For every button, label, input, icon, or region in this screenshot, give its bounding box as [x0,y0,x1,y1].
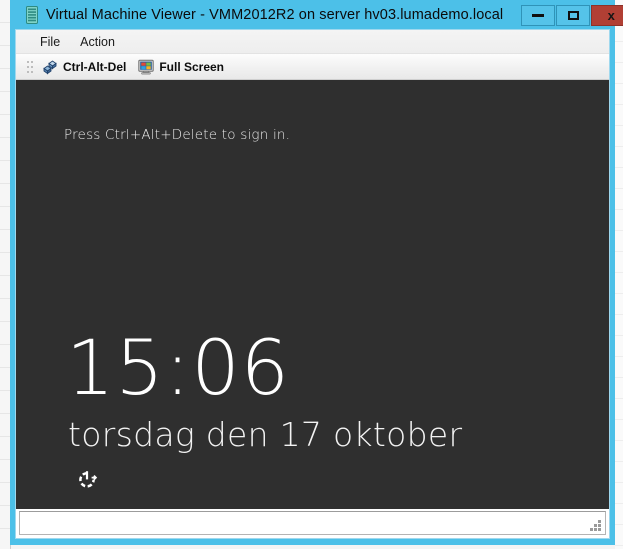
minimize-button[interactable] [521,5,556,26]
minimize-icon [532,14,545,17]
maximize-button[interactable] [556,5,591,26]
toolbar: Ctrl-Alt-Del Full Screen [16,54,609,80]
sign-in-hint: Press Ctrl+Alt+Delete to sign in. [64,127,291,143]
vm-screen[interactable]: Press Ctrl+Alt+Delete to sign in. 15:06 … [16,80,609,509]
status-bar [19,511,606,535]
ctrl-alt-del-button[interactable]: Ctrl-Alt-Del [38,57,134,77]
lock-screen-clock: 15:06 [66,323,291,412]
maximize-icon [567,11,579,20]
client-area: File Action Ctrl-Alt-Del Full Screen Pre… [15,29,610,539]
menu-item-file[interactable]: File [30,33,70,51]
lock-screen-date: torsdag den 17 oktober [68,415,463,454]
virtual-machine-viewer-window: Virtual Machine Viewer - VMM2012R2 on se… [10,0,623,545]
server-rack-icon [26,5,38,24]
menu-item-action[interactable]: Action [70,33,125,51]
menu-bar: File Action [16,30,609,54]
monitor-icon [138,59,155,74]
ease-of-access-icon[interactable] [76,469,98,491]
ctrl-alt-del-label: Ctrl-Alt-Del [63,59,127,74]
full-screen-button[interactable]: Full Screen [134,57,232,77]
window-title: Virtual Machine Viewer - VMM2012R2 on se… [46,6,504,23]
toolbar-drag-grip[interactable] [26,59,34,75]
resize-grip[interactable] [590,520,602,532]
title-bar[interactable]: Virtual Machine Viewer - VMM2012R2 on se… [10,0,623,29]
background-window-right-edge [615,0,623,549]
ctrl-alt-del-icon [43,59,57,74]
full-screen-label: Full Screen [159,59,225,74]
close-button[interactable]: x [591,5,623,26]
